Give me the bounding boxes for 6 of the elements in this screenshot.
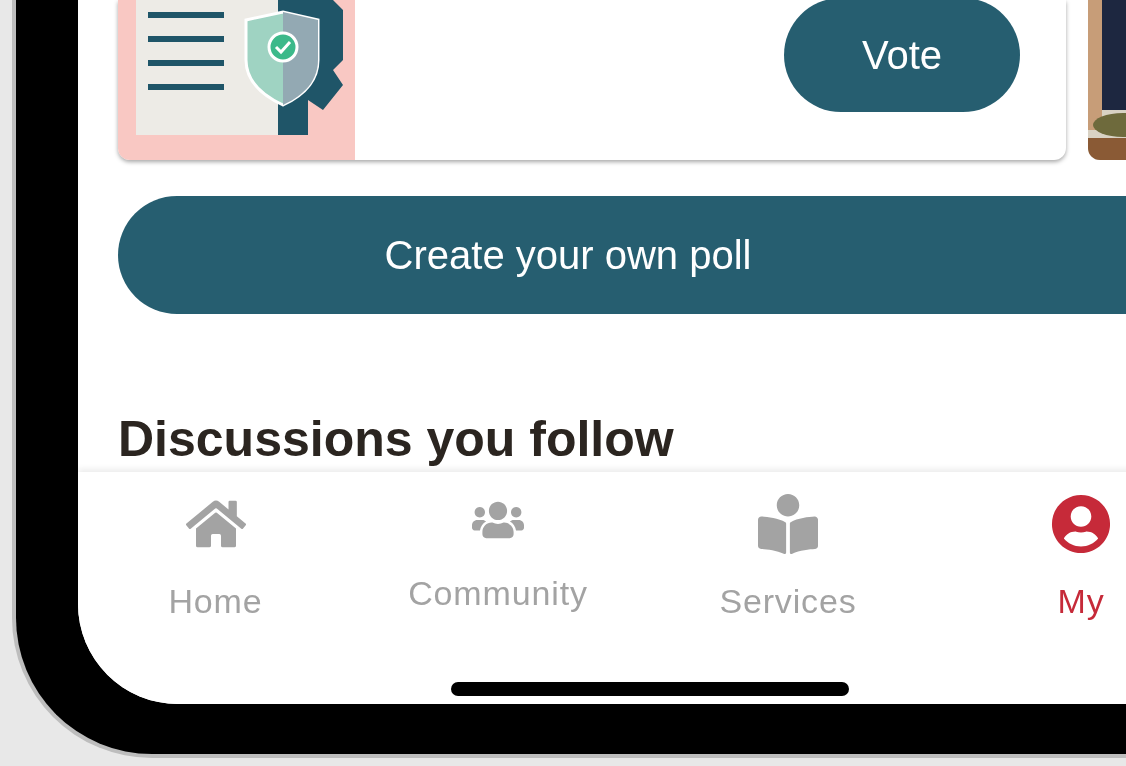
reader-icon bbox=[758, 494, 818, 554]
section-title: Discussions you follow bbox=[118, 414, 675, 464]
user-icon bbox=[1051, 494, 1111, 554]
create-poll-button[interactable]: Create your own poll bbox=[118, 196, 1126, 314]
nav-tab[interactable]: My bbox=[933, 494, 1126, 618]
vote-button[interactable]: Vote bbox=[784, 0, 1020, 112]
